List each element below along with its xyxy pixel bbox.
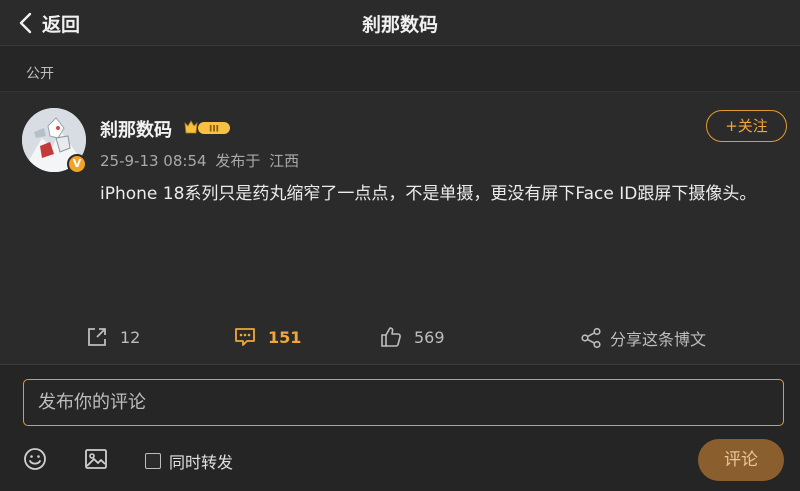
comment-icon	[235, 328, 255, 346]
top-bar: 返回 刹那数码	[0, 0, 800, 46]
post-meta: 25-9-13 08:54 发布于 江西	[100, 150, 303, 171]
thumbs-up-icon	[381, 327, 401, 347]
vip-level-badge: III	[184, 120, 230, 135]
post-text: iPhone 18系列只是药丸缩窄了一点点，不是单摄，更没有屏下Face ID跟…	[100, 184, 757, 204]
repost-button[interactable]: 12	[86, 326, 140, 348]
submit-comment-button[interactable]: 评论	[698, 439, 784, 481]
emoji-icon	[24, 448, 46, 470]
username[interactable]: 刹那数码	[100, 116, 172, 142]
share-label: 分享这条博文	[610, 330, 707, 349]
post-timestamp: 25-9-13 08:54	[100, 152, 207, 170]
comment-input[interactable]	[23, 379, 784, 426]
visibility-strip: 公开	[0, 46, 800, 92]
action-bar: 12 151 569 分享这条博文	[0, 318, 800, 362]
image-icon	[85, 449, 107, 469]
repost-also-toggle[interactable]: 同时转发	[145, 449, 233, 473]
weibo-post-detail: 返回 刹那数码 公开 V 刹那数码 III 25-9-13 08:54 发布于 …	[0, 0, 800, 491]
repost-count: 12	[120, 327, 141, 347]
follow-button[interactable]: +关注	[706, 110, 787, 142]
repost-checkbox[interactable]	[145, 453, 161, 469]
post-location: 江西	[269, 152, 300, 170]
like-count: 569	[414, 327, 445, 347]
vip-badge-text: III	[209, 125, 219, 135]
location-prefix: 发布于	[215, 152, 261, 170]
page-title: 刹那数码	[361, 14, 438, 36]
share-icon	[581, 327, 601, 349]
verified-badge: V	[67, 154, 87, 174]
comment-composer: 同时转发 评论	[0, 364, 800, 491]
repost-icon	[88, 328, 106, 346]
image-button[interactable]	[84, 447, 108, 475]
visibility-label: 公开	[26, 66, 54, 82]
repost-also-label: 同时转发	[169, 453, 234, 472]
like-button[interactable]: 569	[380, 326, 445, 348]
share-button[interactable]: 分享这条博文	[580, 326, 706, 350]
comment-button[interactable]: 151	[234, 326, 301, 348]
comment-count: 151	[268, 327, 302, 347]
emoji-button[interactable]	[23, 447, 47, 475]
